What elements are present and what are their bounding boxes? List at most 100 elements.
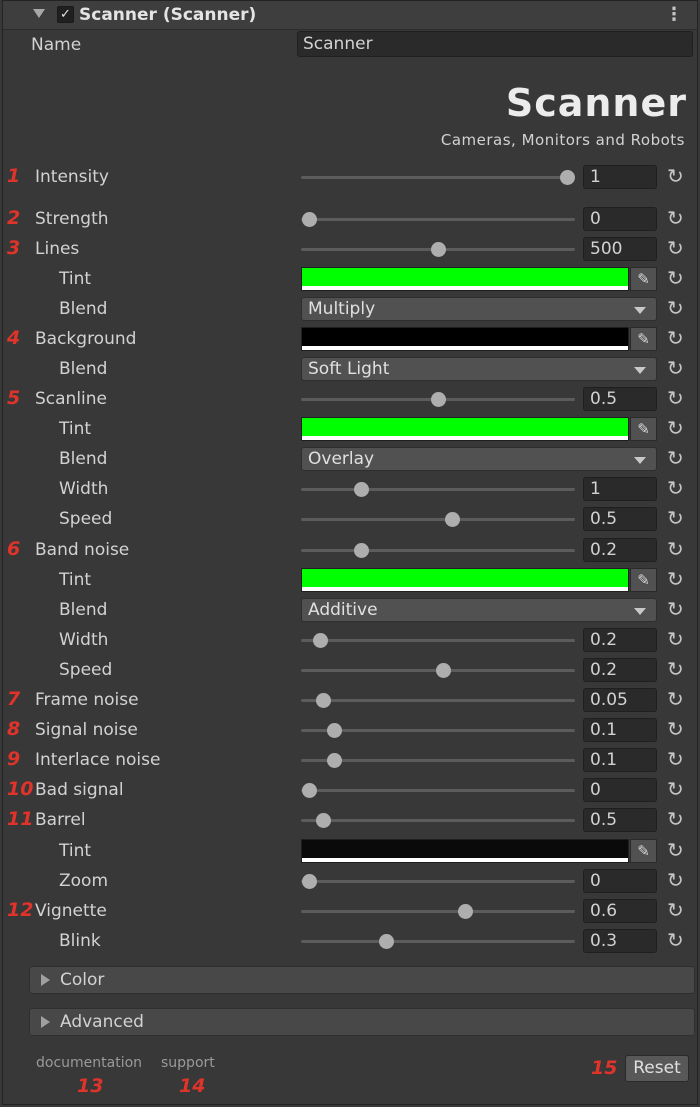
- slider-track[interactable]: [301, 874, 575, 889]
- refresh-icon[interactable]: ↻: [667, 567, 684, 591]
- slider-track[interactable]: [301, 392, 575, 407]
- slider-track[interactable]: [301, 543, 575, 558]
- blend-dropdown[interactable]: Additive: [301, 598, 657, 622]
- refresh-icon[interactable]: ↻: [667, 266, 684, 290]
- value-field[interactable]: 0.3: [583, 929, 657, 953]
- reset-button[interactable]: Reset: [625, 1055, 689, 1082]
- value-field[interactable]: 0.5: [583, 808, 657, 832]
- value-field[interactable]: 1: [583, 477, 657, 501]
- refresh-icon[interactable]: ↻: [667, 928, 684, 952]
- refresh-icon[interactable]: ↻: [667, 868, 684, 892]
- refresh-icon[interactable]: ↻: [667, 446, 684, 470]
- refresh-icon[interactable]: ↻: [667, 386, 684, 410]
- value-field[interactable]: 0.1: [583, 718, 657, 742]
- refresh-icon[interactable]: ↻: [667, 537, 684, 561]
- slider-thumb[interactable]: [354, 482, 370, 497]
- refresh-icon[interactable]: ↻: [667, 627, 684, 651]
- color-field[interactable]: [301, 327, 629, 351]
- refresh-icon[interactable]: ↻: [667, 657, 684, 681]
- value-field[interactable]: 0: [583, 778, 657, 802]
- slider-thumb[interactable]: [431, 392, 446, 407]
- refresh-icon[interactable]: ↻: [667, 236, 684, 260]
- value-field[interactable]: 0.1: [583, 748, 657, 772]
- color-field[interactable]: [301, 267, 629, 291]
- value-field[interactable]: 1: [583, 165, 657, 189]
- eyedropper-icon[interactable]: ✎: [630, 267, 657, 291]
- slider-track[interactable]: [301, 512, 575, 527]
- refresh-icon[interactable]: ↻: [667, 164, 684, 188]
- color-section[interactable]: Color: [29, 966, 695, 994]
- support-link[interactable]: support: [161, 1055, 215, 1071]
- slider-thumb[interactable]: [315, 693, 331, 708]
- slider-track[interactable]: [301, 934, 575, 949]
- refresh-icon[interactable]: ↻: [667, 838, 684, 862]
- refresh-icon[interactable]: ↻: [667, 717, 684, 741]
- slider-thumb[interactable]: [378, 934, 394, 949]
- refresh-icon[interactable]: ↻: [667, 476, 684, 500]
- refresh-icon[interactable]: ↻: [667, 206, 684, 230]
- refresh-icon[interactable]: ↻: [667, 898, 684, 922]
- eyedropper-icon[interactable]: ✎: [630, 327, 657, 351]
- blend-dropdown[interactable]: Overlay: [301, 447, 657, 471]
- slider-track[interactable]: [301, 904, 575, 919]
- refresh-icon[interactable]: ↻: [667, 326, 684, 350]
- slider-thumb[interactable]: [436, 663, 452, 678]
- value-field[interactable]: 0.6: [583, 899, 657, 923]
- refresh-icon[interactable]: ↻: [667, 687, 684, 711]
- slider-track[interactable]: [301, 212, 575, 227]
- slider-track[interactable]: [301, 723, 575, 738]
- slider-track[interactable]: [301, 693, 575, 708]
- eyedropper-icon[interactable]: ✎: [630, 417, 657, 441]
- slider-thumb[interactable]: [302, 874, 318, 889]
- value-field[interactable]: 0.5: [583, 387, 657, 411]
- blend-dropdown[interactable]: Multiply: [301, 297, 657, 321]
- refresh-icon[interactable]: ↻: [667, 807, 684, 831]
- refresh-icon[interactable]: ↻: [667, 356, 684, 380]
- value-field[interactable]: 0: [583, 869, 657, 893]
- value-field[interactable]: 0.2: [583, 538, 657, 562]
- advanced-section[interactable]: Advanced: [29, 1008, 695, 1036]
- slider-thumb[interactable]: [458, 904, 474, 919]
- blend-dropdown[interactable]: Soft Light: [301, 357, 657, 381]
- refresh-icon[interactable]: ↻: [667, 777, 684, 801]
- slider-track[interactable]: [301, 753, 575, 768]
- component-header[interactable]: ✓ Scanner (Scanner) ⋮: [3, 1, 697, 30]
- value-field[interactable]: 0.5: [583, 507, 657, 531]
- slider-thumb[interactable]: [354, 543, 370, 558]
- refresh-icon[interactable]: ↻: [667, 747, 684, 771]
- eyedropper-icon[interactable]: ✎: [630, 839, 657, 863]
- slider-track[interactable]: [301, 633, 575, 648]
- value-field[interactable]: 0.05: [583, 688, 657, 712]
- slider-track[interactable]: [301, 783, 575, 798]
- slider-thumb[interactable]: [302, 783, 318, 798]
- slider-thumb[interactable]: [326, 723, 342, 738]
- slider-thumb[interactable]: [444, 512, 460, 527]
- slider-track[interactable]: [301, 242, 575, 257]
- refresh-icon[interactable]: ↻: [667, 296, 684, 320]
- documentation-link[interactable]: documentation: [36, 1055, 142, 1071]
- refresh-icon[interactable]: ↻: [667, 597, 684, 621]
- color-field[interactable]: [301, 839, 629, 863]
- name-input[interactable]: Scanner: [297, 31, 693, 57]
- slider-track[interactable]: [301, 170, 575, 185]
- refresh-icon[interactable]: ↻: [667, 416, 684, 440]
- more-options-icon[interactable]: ⋮: [665, 4, 683, 25]
- slider-thumb[interactable]: [315, 813, 331, 828]
- slider-track[interactable]: [301, 663, 575, 678]
- slider-thumb[interactable]: [313, 633, 329, 648]
- slider-track[interactable]: [301, 482, 575, 497]
- value-field[interactable]: 500: [583, 237, 657, 261]
- value-field[interactable]: 0: [583, 207, 657, 231]
- value-field[interactable]: 0.2: [583, 628, 657, 652]
- foldout-arrow-icon[interactable]: [33, 9, 45, 18]
- value-field[interactable]: 0.2: [583, 658, 657, 682]
- color-field[interactable]: [301, 417, 629, 441]
- slider-thumb[interactable]: [302, 212, 318, 227]
- refresh-icon[interactable]: ↻: [667, 506, 684, 530]
- slider-thumb[interactable]: [431, 242, 446, 257]
- slider-thumb[interactable]: [326, 753, 342, 768]
- eyedropper-icon[interactable]: ✎: [630, 568, 657, 592]
- enable-checkbox[interactable]: ✓: [57, 6, 74, 23]
- slider-thumb[interactable]: [559, 170, 575, 185]
- slider-track[interactable]: [301, 813, 575, 828]
